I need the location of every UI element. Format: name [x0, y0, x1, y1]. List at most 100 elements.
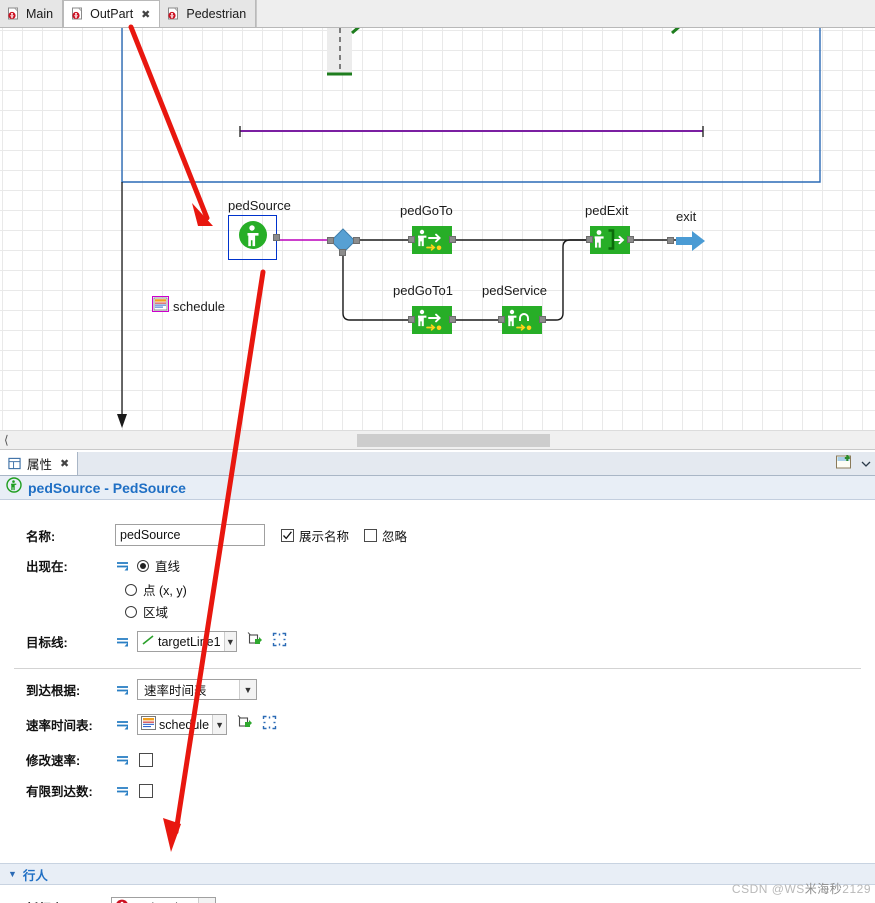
- connector-pedservice-pedexit: [544, 239, 590, 321]
- modify-rate-checkbox[interactable]: [139, 752, 153, 767]
- properties-icon: [8, 457, 22, 471]
- properties-tab-label: 属性: [27, 458, 53, 472]
- canvas-element-label: schedule: [173, 299, 226, 314]
- target-line-value: targetLine1: [158, 634, 221, 649]
- input-port[interactable]: [498, 316, 505, 323]
- canvas-block-label: pedSource: [228, 198, 291, 213]
- select-on-canvas-icon[interactable]: [262, 715, 277, 735]
- properties-view-toolbar: [835, 454, 871, 476]
- dynamic-expression-icon[interactable]: [115, 718, 131, 732]
- canvas-block-label: pedService: [482, 283, 548, 298]
- chevron-down-icon[interactable]: ▼: [223, 632, 236, 651]
- field-arrival-basis-row: 到达根据: 速率时间表 ▼: [26, 679, 257, 700]
- canvas-block-selectoutput[interactable]: [327, 228, 360, 259]
- output-port-2[interactable]: [339, 249, 346, 256]
- close-icon[interactable]: ✖: [60, 457, 69, 470]
- diagram-canvas[interactable]: pedSource schedule pedGoTo pedGoTo1 pedS…: [0, 28, 875, 430]
- chevron-down-icon[interactable]: ▼: [198, 898, 215, 903]
- scrollbar-thumb[interactable]: [357, 434, 550, 447]
- radio-area-row[interactable]: 区域: [125, 602, 168, 621]
- arrival-basis-value: 速率时间表: [144, 684, 207, 698]
- wall-handle: [351, 28, 360, 35]
- field-name-row: 名称: pedSource 展示名称 忽略: [26, 524, 407, 546]
- dynamic-expression-icon[interactable]: [115, 635, 131, 649]
- watermark-text: CSDN @WS: [731, 882, 805, 896]
- tab-main[interactable]: Main: [0, 0, 64, 27]
- appears-at-option-point[interactable]: 点 (x, y): [125, 580, 187, 599]
- rate-schedule-combo[interactable]: schedule ▼: [137, 714, 227, 735]
- area-boundary: [121, 28, 821, 183]
- radio-line[interactable]: [137, 559, 149, 572]
- field-label-appears-at: 出现在:: [26, 560, 68, 574]
- radio-area-label: 区域: [143, 606, 169, 620]
- properties-tab-bar: 属性 ✖: [0, 452, 875, 476]
- radio-point[interactable]: [125, 583, 137, 596]
- canvas-block-exit[interactable]: exit: [667, 209, 706, 257]
- input-port[interactable]: [586, 236, 593, 243]
- ignore-checkbox[interactable]: [364, 528, 378, 542]
- page-title: pedSource - PedSource: [28, 479, 186, 496]
- dynamic-expression-icon[interactable]: [115, 683, 131, 697]
- input-port[interactable]: [408, 236, 415, 243]
- output-port[interactable]: [449, 316, 456, 323]
- arrival-basis-combo[interactable]: 速率时间表 ▼: [137, 679, 257, 700]
- ped-goto-icon: [412, 306, 452, 334]
- radio-point-row[interactable]: 点 (x, y): [125, 580, 187, 599]
- output-port[interactable]: [353, 237, 360, 244]
- navigate-to-element-icon[interactable]: [236, 714, 253, 735]
- horizontal-scrollbar[interactable]: ⟨: [0, 430, 875, 450]
- target-line-combo[interactable]: targetLine1 ▼: [137, 631, 237, 652]
- exit-arrow-icon: [676, 231, 705, 251]
- anylogic-agent-icon: [71, 7, 85, 21]
- show-name-checkbox[interactable]: [281, 528, 294, 542]
- chevron-down-icon[interactable]: ▼: [239, 680, 256, 699]
- scroll-left-icon[interactable]: ⟨: [4, 434, 9, 447]
- name-input[interactable]: pedSource: [115, 524, 265, 546]
- show-name-checkbox-row[interactable]: 展示名称: [281, 526, 349, 545]
- wall-handle-2: [671, 28, 680, 35]
- tab-label: OutPart: [90, 7, 134, 21]
- tab-outpart[interactable]: OutPart ✖: [63, 0, 161, 27]
- schedule-table-icon: [152, 296, 169, 317]
- input-port[interactable]: [408, 316, 415, 323]
- output-port[interactable]: [539, 316, 546, 323]
- tab-properties[interactable]: 属性 ✖: [0, 452, 79, 475]
- chevron-down-icon[interactable]: ▼: [8, 869, 17, 879]
- dynamic-expression-icon[interactable]: [115, 784, 131, 798]
- close-icon[interactable]: ✖: [141, 8, 150, 21]
- tab-bar-filler: [256, 0, 875, 27]
- field-new-pedestrian-row: 新行人: Pede: [26, 897, 216, 903]
- appears-at-option-line[interactable]: 直线: [137, 556, 180, 575]
- canvas-block-pedsource[interactable]: pedSource: [228, 198, 291, 260]
- ignore-label: 忽略: [382, 529, 408, 544]
- new-pedestrian-combo[interactable]: Pedestrian ▼: [111, 897, 216, 903]
- navigate-to-element-icon[interactable]: [246, 631, 263, 652]
- limited-arrivals-checkbox[interactable]: [139, 783, 153, 798]
- field-modify-rate-row: 修改速率:: [26, 750, 153, 769]
- output-port[interactable]: [273, 234, 280, 241]
- pedestrian-agent-icon: [115, 899, 129, 903]
- dynamic-expression-icon[interactable]: [115, 559, 131, 573]
- appears-at-option-area[interactable]: 区域: [125, 602, 168, 621]
- output-port[interactable]: [449, 236, 456, 243]
- input-port[interactable]: [667, 237, 674, 244]
- field-limited-arrivals-row: 有限到达数:: [26, 781, 153, 800]
- tab-pedestrian[interactable]: Pedestrian: [160, 0, 257, 27]
- radio-area[interactable]: [125, 605, 137, 618]
- chevron-down-icon[interactable]: ▼: [212, 715, 226, 734]
- field-label-arrival-basis: 到达根据:: [26, 684, 81, 698]
- input-port[interactable]: [327, 237, 334, 244]
- show-name-label: 展示名称: [299, 529, 350, 544]
- output-port[interactable]: [627, 236, 634, 243]
- editor-tab-bar: Main OutPart ✖ Pedestrian: [0, 0, 875, 28]
- ignore-checkbox-row[interactable]: 忽略: [364, 526, 407, 545]
- restore-view-icon[interactable]: [835, 454, 853, 476]
- select-on-canvas-icon[interactable]: [272, 632, 287, 652]
- divider: [14, 668, 861, 669]
- target-line-icon: [141, 633, 155, 650]
- ped-goto-icon: [412, 226, 452, 254]
- dynamic-expression-icon[interactable]: [115, 753, 131, 767]
- view-menu-icon[interactable]: [861, 456, 871, 474]
- rate-schedule-value: schedule: [159, 717, 210, 732]
- canvas-element-schedule[interactable]: schedule: [152, 296, 225, 317]
